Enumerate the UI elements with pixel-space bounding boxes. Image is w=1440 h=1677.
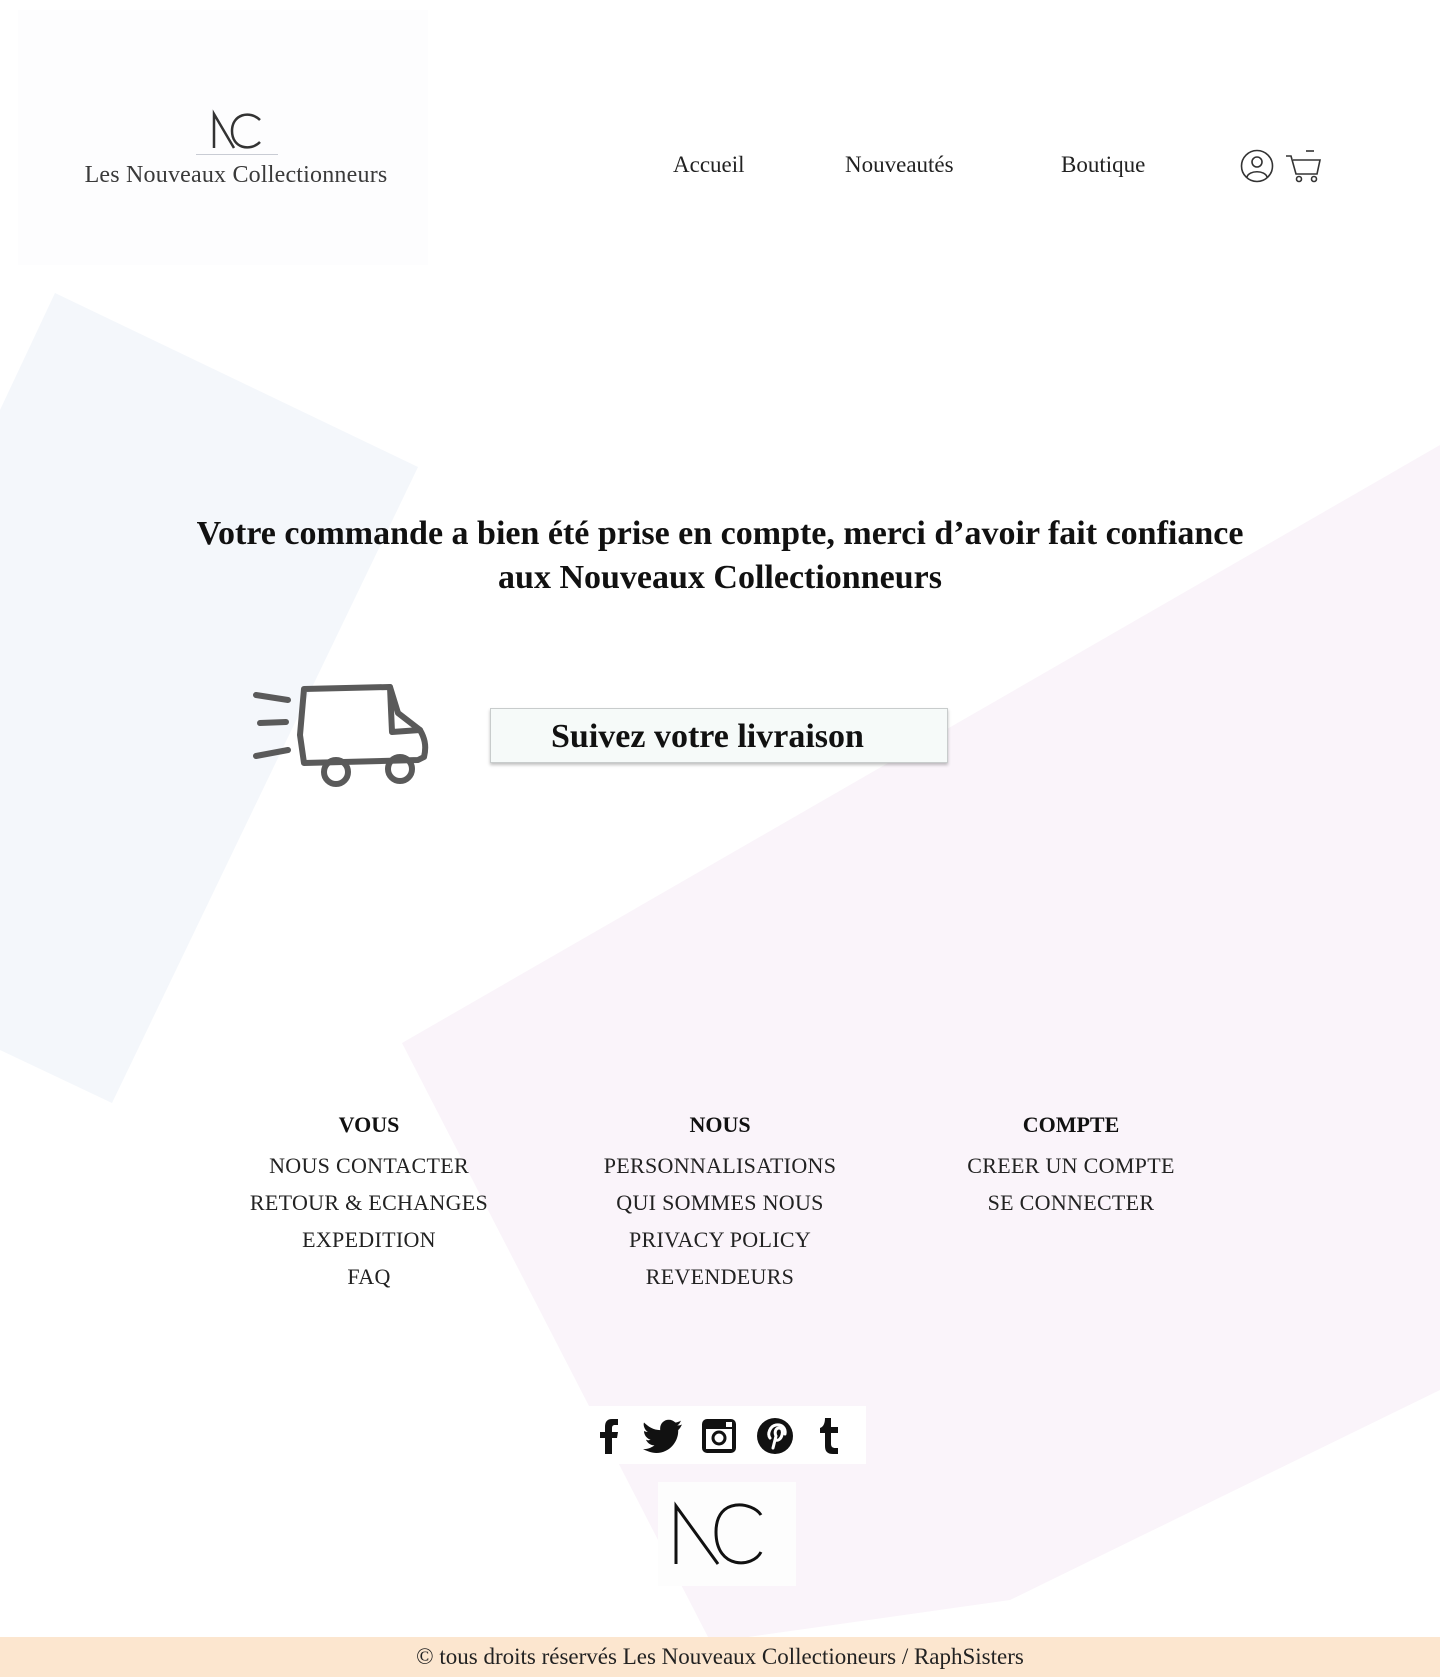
footer-link-personnalisations[interactable]: PERSONNALISATIONS [560,1147,880,1184]
tumblr-icon[interactable] [807,1414,851,1458]
footer-nc-logo-icon[interactable] [658,1482,796,1586]
footer-link-retour-echanges[interactable]: RETOUR & ECHANGES [209,1184,529,1221]
nav-item-accueil[interactable]: Accueil [673,152,745,178]
footer-link-nous-contacter[interactable]: NOUS CONTACTER [209,1147,529,1184]
footer-column-compte: COMPTE CREER UN COMPTE SE CONNECTER [911,1110,1231,1221]
footer-heading-nous: NOUS [689,1112,751,1137]
user-icon[interactable] [1240,149,1274,183]
headline-line-2: aux Nouveaux Collectionneurs [498,559,942,596]
cart-icon[interactable] [1284,146,1324,186]
copyright-bar: © tous droits réservés Les Nouveaux Coll… [0,1637,1440,1677]
footer-link-qui-sommes-nous[interactable]: QUI SOMMES NOUS [560,1184,880,1221]
nav-item-boutique[interactable]: Boutique [1061,152,1145,178]
logo-block[interactable]: Les Nouveaux Collectionneurs [18,10,428,265]
footer-link-privacy-policy[interactable]: PRIVACY POLICY [560,1221,880,1258]
twitter-icon[interactable] [641,1414,685,1458]
pink-background-shape [402,445,1440,1637]
footer-link-revendeurs[interactable]: REVENDEURS [560,1258,880,1295]
footer-column-nous: NOUS PERSONNALISATIONS QUI SOMMES NOUS P… [560,1110,880,1295]
social-bar [585,1406,866,1464]
instagram-icon[interactable] [697,1414,741,1458]
footer-heading-vous: VOUS [338,1112,400,1137]
footer-column-vous: VOUS NOUS CONTACTER RETOUR & ECHANGES EX… [209,1110,529,1295]
nav-item-nouveautes[interactable]: Nouveautés [845,152,954,178]
footer-link-creer-un-compte[interactable]: CREER UN COMPTE [911,1147,1231,1184]
footer-heading-compte: COMPTE [1022,1112,1120,1137]
logo-divider [196,154,278,155]
pinterest-icon[interactable] [753,1414,797,1458]
delivery-truck-icon [250,675,445,790]
brand-name: Les Nouveaux Collectionneurs [84,162,388,188]
nc-logo-icon [190,106,280,156]
footer-link-se-connecter[interactable]: SE CONNECTER [911,1184,1231,1221]
track-delivery-label: Suivez votre livraison [551,718,864,755]
footer-link-faq[interactable]: FAQ [209,1258,529,1295]
copyright-text: © tous droits réservés Les Nouveaux Coll… [416,1644,1024,1669]
confirmation-headline: Votre commande a bien été prise en compt… [150,512,1290,600]
headline-line-1: Votre commande a bien été prise en compt… [196,515,1244,552]
footer-link-expedition[interactable]: EXPEDITION [209,1221,529,1258]
facebook-icon[interactable] [587,1414,631,1458]
track-delivery-button[interactable]: Suivez votre livraison [490,708,948,763]
